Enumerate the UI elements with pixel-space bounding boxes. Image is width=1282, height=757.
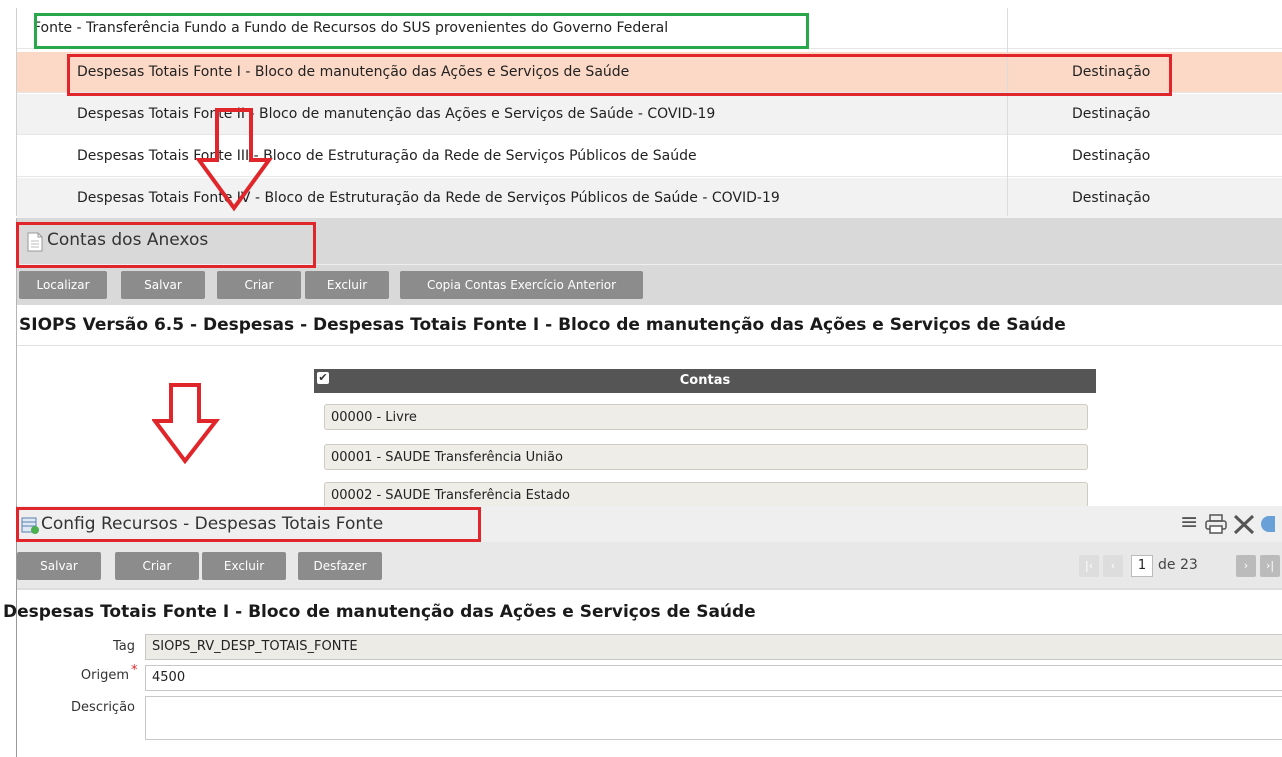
contas-toolbar: Localizar Salvar Criar Excluir Copia Con… — [17, 264, 1282, 305]
page-number-input[interactable]: 1 — [1131, 555, 1153, 577]
excluir-button[interactable]: Excluir — [305, 271, 389, 299]
contas-heading-bar: SIOPS Versão 6.5 - Despesas - Despesas T… — [17, 305, 1282, 346]
criar-button[interactable]: Criar — [217, 271, 301, 299]
config-heading: Despesas Totais Fonte I - Bloco de manut… — [3, 602, 756, 622]
annotation-green-box — [34, 13, 809, 49]
excluir-button[interactable]: Excluir — [202, 552, 286, 580]
row-type: Destinação — [1072, 106, 1151, 122]
list-item[interactable]: 00000 - Livre — [324, 404, 1088, 430]
contas-header-label: Contas — [679, 373, 731, 388]
last-page-icon[interactable]: ›| — [1260, 555, 1280, 577]
page-count: de 23 — [1158, 557, 1198, 573]
list-item[interactable]: 00001 - SAUDE Transferência União — [324, 444, 1088, 470]
tag-field[interactable]: SIOPS_RV_DESP_TOTAIS_FONTE — [145, 634, 1282, 660]
descricao-field[interactable] — [145, 696, 1282, 740]
localizar-button[interactable]: Localizar — [19, 271, 107, 299]
contas-list-header: ✔ Contas — [314, 369, 1096, 393]
column-divider — [1007, 8, 1008, 216]
contas-heading: SIOPS Versão 6.5 - Despesas - Despesas T… — [19, 315, 1066, 335]
copia-contas-button[interactable]: Copia Contas Exercício Anterior — [400, 271, 643, 299]
tools-icon[interactable] — [1232, 513, 1256, 535]
first-page-icon[interactable]: |‹ — [1079, 555, 1099, 577]
descricao-label: Descrição — [71, 700, 135, 715]
next-page-icon[interactable]: › — [1236, 555, 1256, 577]
criar-button[interactable]: Criar — [115, 552, 199, 580]
salvar-button[interactable]: Salvar — [17, 552, 101, 580]
prev-page-icon[interactable]: ‹ — [1103, 555, 1123, 577]
config-panel: Config Recursos - Despesas Totais Fonte … — [3, 506, 1282, 757]
origem-label: Origem — [80, 668, 129, 683]
salvar-button[interactable]: Salvar — [121, 271, 205, 299]
row-type: Destinação — [1072, 148, 1151, 164]
row-name: Despesas Totais Fonte II - Bloco de manu… — [77, 106, 716, 122]
config-toolbar: Salvar Criar Excluir Desfazer |‹ ‹ 1 de … — [17, 542, 1282, 588]
row-name: Despesas Totais Fonte III - Bloco de Est… — [77, 148, 697, 164]
menu-icon[interactable]: ≡ — [1180, 510, 1198, 535]
divider — [17, 588, 1282, 590]
help-icon[interactable] — [1261, 516, 1275, 532]
arrow-down-icon — [152, 383, 221, 465]
list-item[interactable]: 00002 - SAUDE Transferência Estado — [324, 482, 1088, 508]
annotation-red-box — [16, 507, 481, 542]
contas-list: ✔ Contas 00000 - Livre 00001 - SAUDE Tra… — [314, 369, 1096, 509]
required-marker: * — [131, 663, 138, 678]
annotation-red-box — [67, 54, 1172, 96]
row-name: Despesas Totais Fonte IV - Bloco de Estr… — [77, 190, 780, 206]
annotation-red-box — [16, 222, 316, 268]
origem-field[interactable]: 4500 — [145, 665, 1282, 691]
row-type: Destinação — [1072, 190, 1151, 206]
arrow-down-icon — [195, 108, 273, 212]
desfazer-button[interactable]: Desfazer — [298, 552, 382, 580]
tag-label: Tag — [112, 639, 135, 654]
print-icon[interactable] — [1205, 514, 1227, 534]
